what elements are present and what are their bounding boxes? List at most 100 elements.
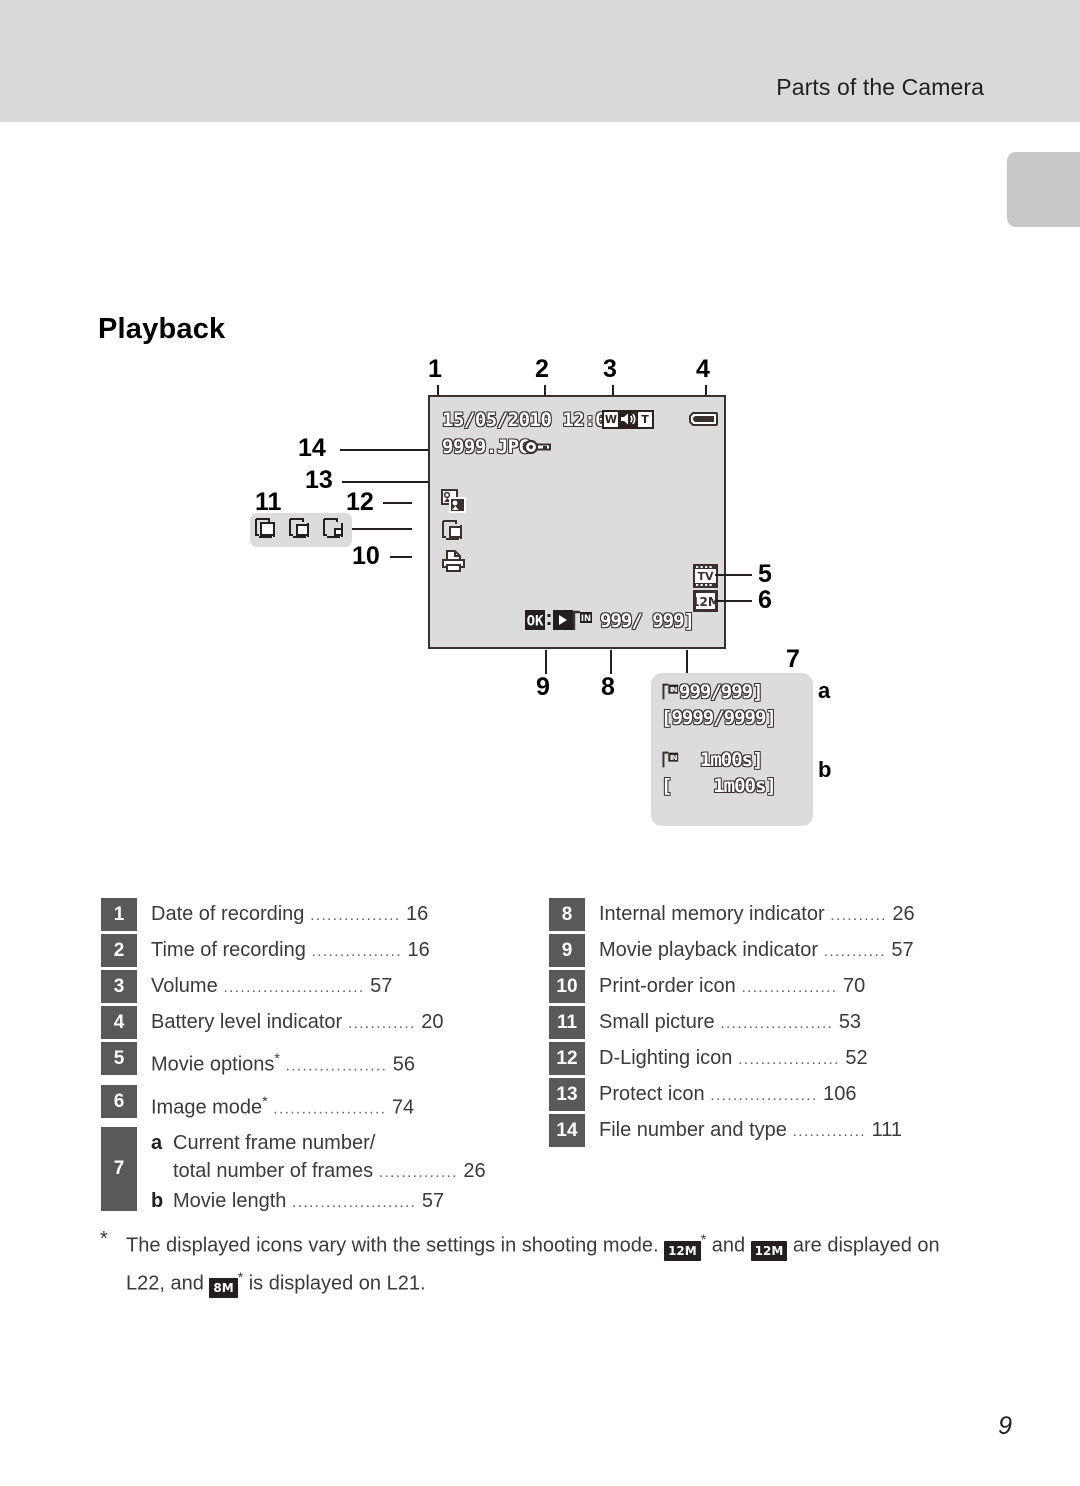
legend-row-dotfill: .................	[735, 979, 843, 996]
movie-options-icon: TV	[693, 564, 718, 593]
legend-row-dotfill: ..............	[373, 1164, 464, 1182]
legend-subitem: b Movie length ...................... 57	[151, 1187, 526, 1217]
footnote-part3: is displayed on L21.	[248, 1272, 426, 1295]
legend-row-page: 57	[891, 939, 914, 961]
leader-line-14	[340, 449, 440, 451]
legend-row-page: 74	[391, 1096, 415, 1119]
image-mode-12m-icon-a: 12M	[664, 1240, 701, 1261]
legend-row-page: 20	[421, 1011, 444, 1033]
legend-row-page: 56	[392, 1053, 416, 1076]
lcd-date-time: 15/05/2010 12:00	[441, 408, 618, 431]
legend-row-text: Protect icon ................... 106	[585, 1078, 979, 1112]
chapter-tab-label: Introduction	[1007, 235, 1080, 322]
callout-number-10: 10	[352, 542, 380, 570]
callout7-variant-a-line2: [9999/9999]	[660, 706, 777, 729]
legend-row-label: D-Lighting icon	[599, 1047, 733, 1069]
legend-row-text: Volume ......................... 57	[137, 970, 526, 1004]
small-picture-icon	[441, 519, 467, 546]
legend-row-dotfill: ............	[342, 1015, 422, 1032]
legend-row-number: 1	[101, 898, 137, 931]
legend-row-label: Movie options	[151, 1053, 275, 1076]
legend-row-label: Small picture	[599, 1011, 715, 1033]
leader-line-8	[610, 650, 612, 674]
legend-row-page: 57	[370, 975, 393, 997]
legend-row-page: 16	[406, 903, 429, 925]
volume-wide-label: W	[604, 412, 618, 427]
battery-level-icon	[689, 411, 718, 426]
legend-row-dotfill: ..................	[279, 1057, 393, 1075]
legend-row-number: 6	[101, 1084, 137, 1118]
legend-row: 1 Date of recording ................ 16	[101, 898, 526, 932]
callout-number-1: 1	[428, 355, 442, 383]
leader-line-12	[383, 502, 412, 504]
legend-row: 11 Small picture .................... 53	[549, 1006, 979, 1040]
camera-monitor-playback-mock: 15/05/2010 12:00 W T 9999.JPG TV 12M OK …	[428, 395, 726, 649]
legend-row-dotfill: ...................	[704, 1087, 824, 1104]
svg-text:OK: OK	[527, 614, 544, 630]
lcd-file-name: 9999.JPG	[441, 435, 530, 458]
footnote-part1: The displayed icons vary with the settin…	[126, 1234, 659, 1257]
legend-row-label: Image mode	[151, 1096, 263, 1119]
legend-subitem-body: Movie length ...................... 57	[173, 1187, 526, 1217]
legend-row-dotfill: ................	[304, 907, 407, 924]
legend-row: 3 Volume ......................... 57	[101, 970, 526, 1004]
legend-row-label: File number and type	[599, 1119, 787, 1141]
svg-text:IN: IN	[581, 614, 591, 624]
legend-row-number: 10	[549, 970, 585, 1003]
callout-number-7: 7	[786, 645, 800, 673]
legend-row: 10 Print-order icon ................. 70	[549, 970, 979, 1004]
legend-row: 5 Movie options* .................. 56	[101, 1042, 526, 1083]
legend-subitem-label-line1: Current frame number/	[173, 1132, 376, 1155]
callout-number-8: 8	[601, 673, 615, 701]
legend-row-page: 111	[871, 1119, 902, 1141]
legend-row-number: 14	[549, 1114, 585, 1147]
volume-indicator: W T	[602, 410, 654, 429]
legend-row-text: D-Lighting icon .................. 52	[585, 1042, 979, 1076]
legend-row-text: Internal memory indicator .......... 26	[585, 898, 979, 932]
footnote-mid: and	[711, 1234, 746, 1257]
legend-row-page: 57	[421, 1190, 445, 1213]
image-mode-12m-icon-b: 12M	[750, 1240, 788, 1261]
legend-row-label: Battery level indicator	[151, 1011, 343, 1033]
legend-row-number: 2	[101, 934, 137, 967]
legend-row-page: 26	[463, 1160, 486, 1183]
legend-row-text: a Current frame number/total number of fr…	[137, 1127, 526, 1217]
svg-text:IN: IN	[670, 686, 678, 694]
callout7-variant-b-line2: [ 1m00s]	[660, 774, 777, 797]
callout-number-2: 2	[535, 355, 549, 383]
legend-row-dotfill: ......................	[286, 1194, 422, 1212]
movie-playback-indicator: OK	[525, 609, 573, 636]
chapter-tab-marker	[1007, 152, 1080, 227]
legend-table-left: 1 Date of recording ................ 16 2 T…	[101, 898, 526, 1219]
section-heading: Playback	[98, 313, 226, 345]
callout-number-12: 12	[346, 488, 374, 516]
footnote: * The displayed icons vary with the sett…	[100, 1224, 980, 1299]
leader-line-10	[390, 556, 412, 558]
footnote-body: The displayed icons vary with the settin…	[126, 1224, 980, 1299]
small-picture-icon-variants	[250, 513, 352, 547]
legend-row-dotfill: ..................	[732, 1051, 846, 1068]
callout-number-14: 14	[298, 434, 326, 462]
small-picture-large-icon	[254, 517, 280, 544]
legend-subitem: a Current frame number/total number of fr…	[151, 1129, 526, 1187]
footnote-icon1-star: *	[700, 1231, 707, 1247]
legend-row-number: 9	[549, 934, 585, 967]
svg-text:12M: 12M	[693, 595, 718, 609]
callout-variant-label-a: a	[818, 678, 831, 703]
legend-row-text: File number and type ............. 111	[585, 1114, 979, 1148]
legend-row: 4 Battery level indicator ............ 20	[101, 1006, 526, 1040]
footnote-marker: *	[100, 1228, 108, 1250]
legend-row-number: 5	[101, 1042, 137, 1075]
legend-row-text: Date of recording ................ 16	[137, 898, 526, 932]
callout-number-3: 3	[603, 355, 617, 383]
legend-row-number: 4	[101, 1006, 137, 1039]
leader-line-5	[715, 574, 752, 576]
small-picture-small-icon	[322, 517, 348, 544]
legend-row-text: Time of recording ................ 16	[137, 934, 526, 968]
legend-row-label: Print-order icon	[599, 975, 736, 997]
svg-text:IN: IN	[670, 754, 678, 762]
speaker-icon	[620, 412, 636, 428]
callout-number-6: 6	[758, 586, 772, 614]
legend-row-number: 8	[549, 898, 585, 931]
legend-row: 14 File number and type ............. 111	[549, 1114, 979, 1148]
